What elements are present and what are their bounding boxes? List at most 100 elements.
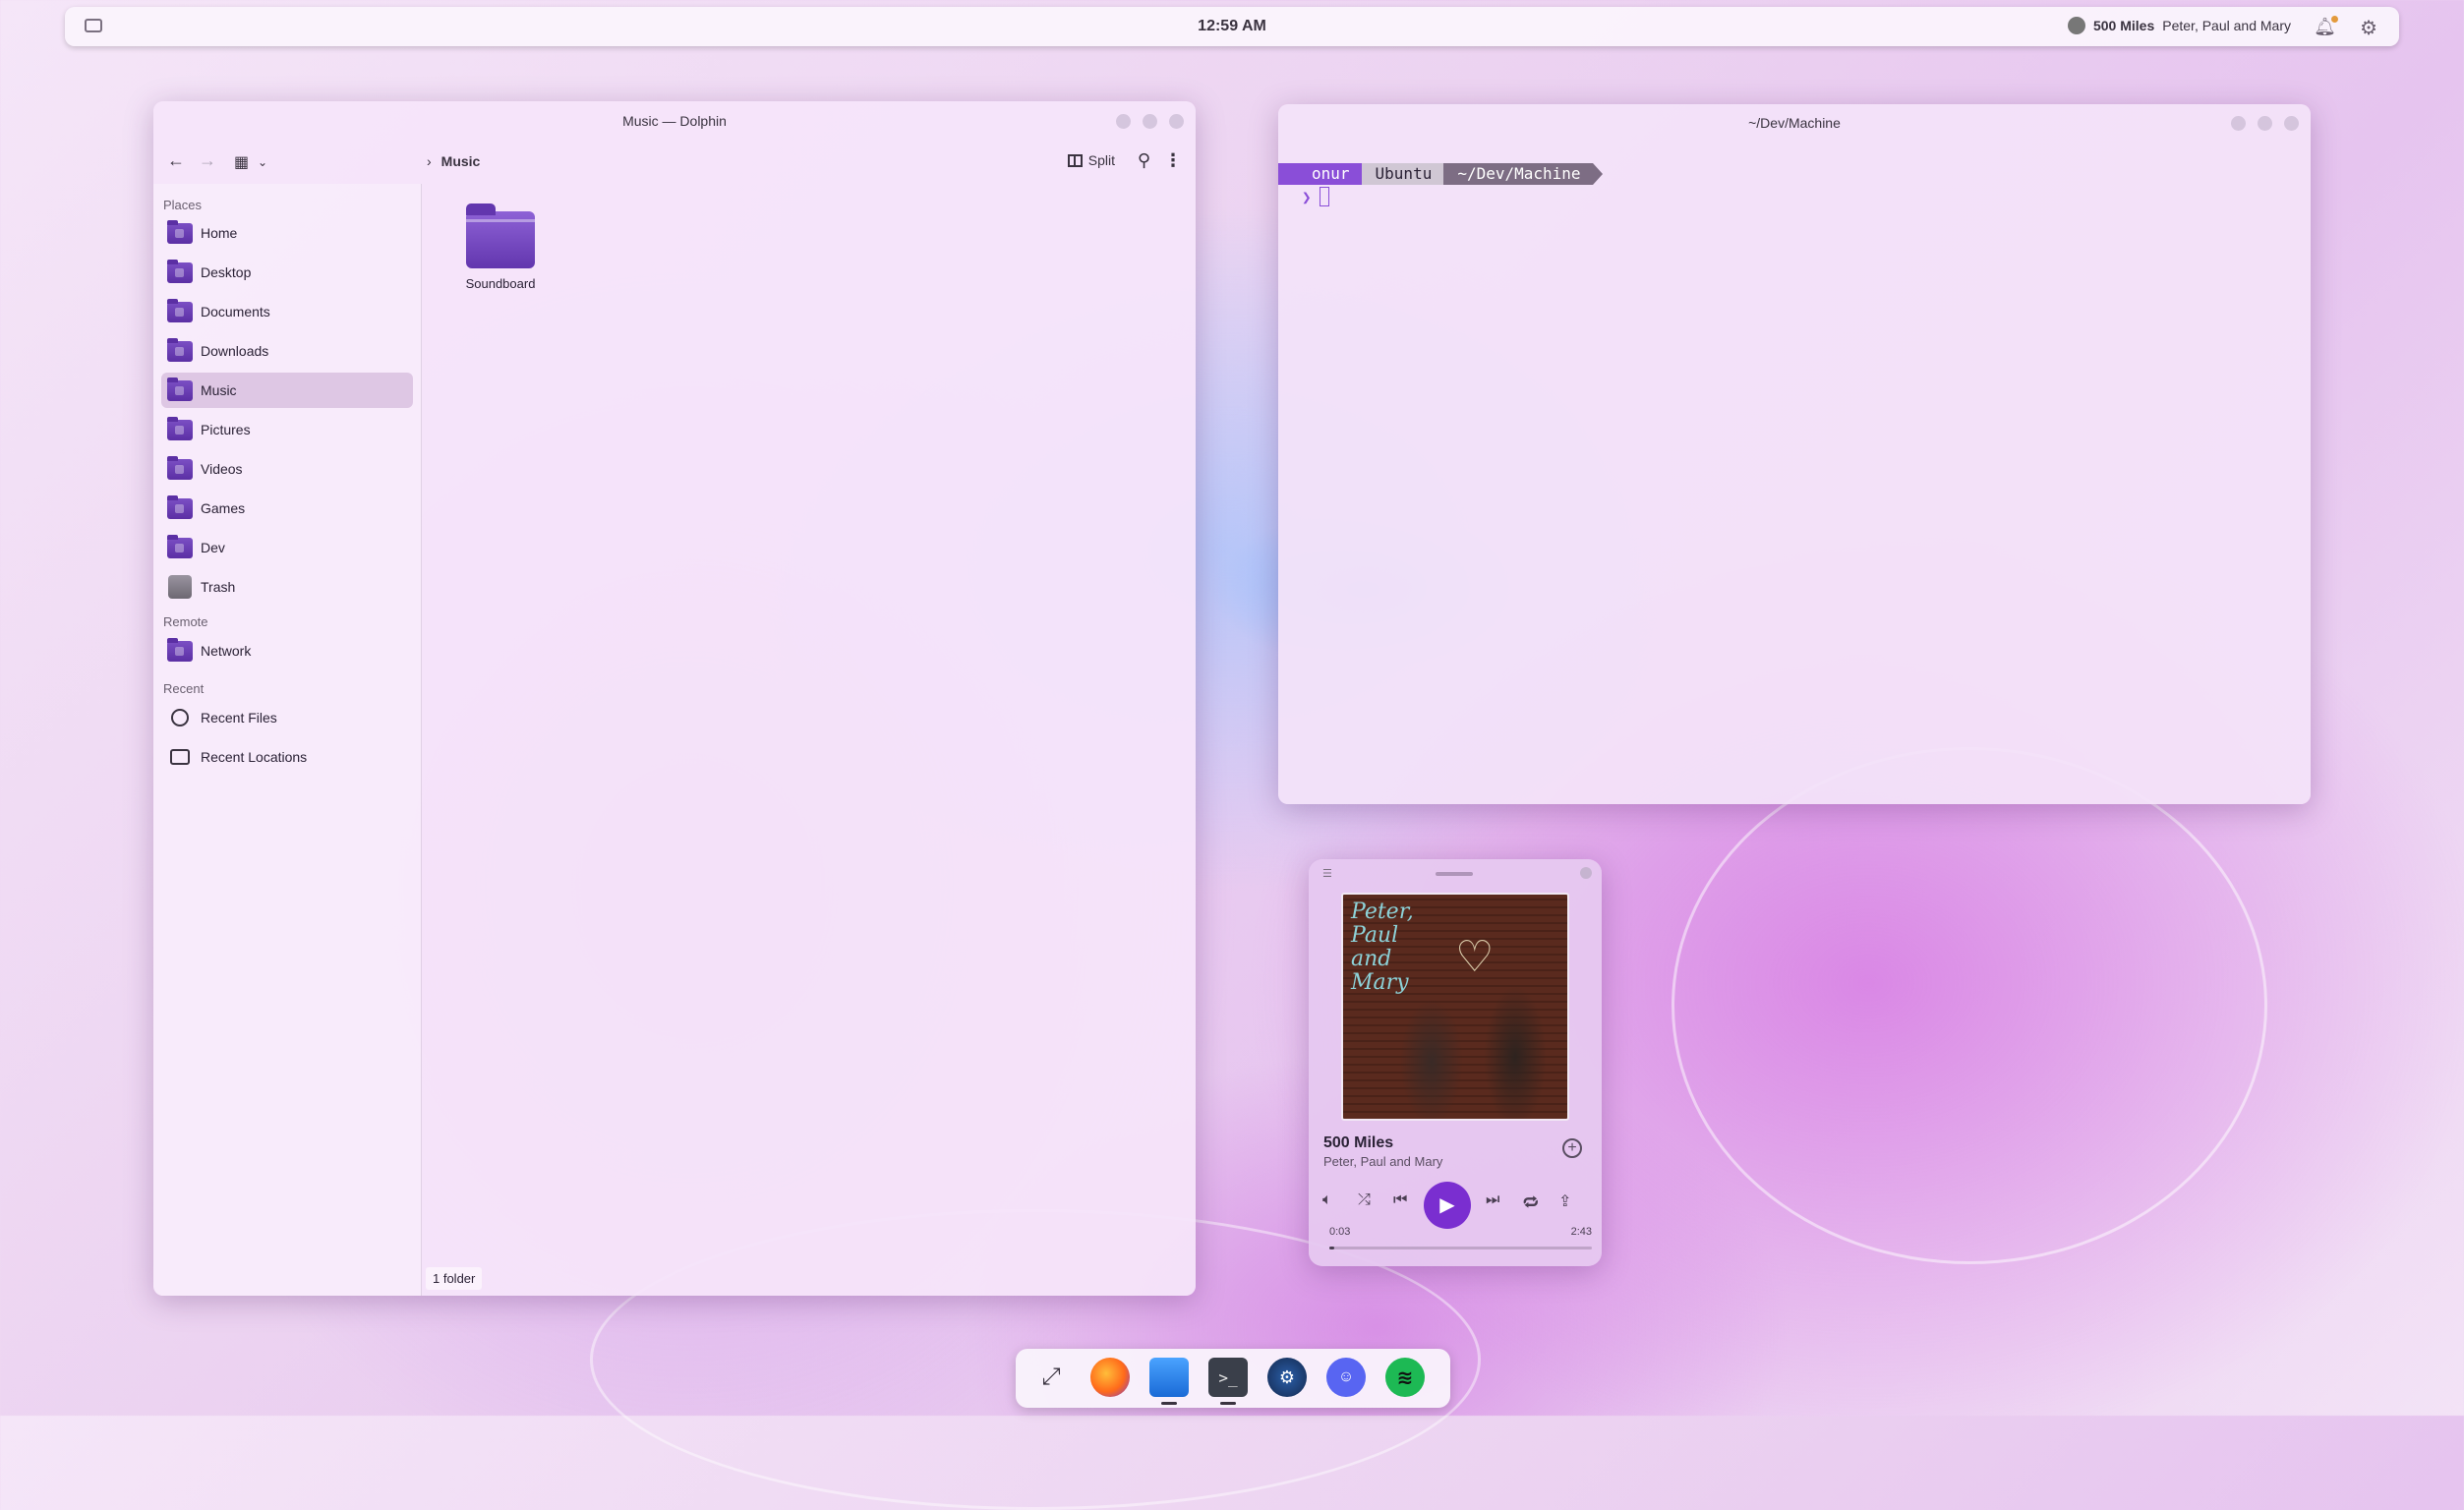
- discord-icon[interactable]: ☺: [1326, 1358, 1366, 1397]
- widget-menu-icon[interactable]: ☰: [1322, 867, 1332, 880]
- steam-icon[interactable]: ⚙: [1267, 1358, 1307, 1397]
- progress-bar-fill: [1329, 1247, 1334, 1249]
- panel-media-artist: Peter, Paul and Mary: [2162, 18, 2291, 33]
- sidebar-item-label: Downloads: [201, 343, 269, 359]
- sidebar-item-dev[interactable]: Dev: [161, 530, 413, 565]
- shell-prompt: onur Ubuntu ~/Dev/Machine: [1278, 163, 1603, 185]
- breadcrumb-chevron-icon: ›: [427, 153, 432, 169]
- panel-clock[interactable]: 12:59 AM: [65, 18, 2399, 35]
- sidebar-item-documents[interactable]: Documents: [161, 294, 413, 329]
- file-view[interactable]: Soundboard: [422, 184, 1196, 1296]
- sidebar-item-downloads[interactable]: Downloads: [161, 333, 413, 369]
- clock-icon: [171, 709, 189, 726]
- search-icon[interactable]: ⚲: [1138, 150, 1150, 171]
- sidebar-item-label: Home: [201, 225, 238, 241]
- sidebar-item-desktop[interactable]: Desktop: [161, 255, 413, 290]
- desktop-folder-icon: [167, 259, 193, 283]
- back-arrow-icon[interactable]: ←: [167, 150, 185, 171]
- terminal-window-controls: [2231, 116, 2299, 131]
- terminal-icon[interactable]: >_: [1208, 1358, 1248, 1405]
- repeat-icon[interactable]: 🔁︎: [1523, 1191, 1539, 1214]
- forward-arrow-icon[interactable]: →: [199, 150, 216, 171]
- widget-drag-handle[interactable]: [1436, 872, 1473, 876]
- prompt-input-line[interactable]: ❯: [1302, 187, 1329, 206]
- network-folder-icon: [167, 637, 193, 662]
- sidebar-item-label: Pictures: [201, 422, 251, 437]
- notification-bell-icon[interactable]: 🔔︎: [2314, 16, 2338, 37]
- terminal-title: ~/Dev/Machine: [1748, 115, 1841, 131]
- sidebar-item-label: Recent Files: [201, 710, 277, 726]
- sidebar-item-pictures[interactable]: Pictures: [161, 412, 413, 447]
- album-art-text: Mary: [1351, 970, 1409, 995]
- folder-item-soundboard[interactable]: Soundboard: [461, 203, 540, 291]
- sidebar-item-label: Music: [201, 382, 237, 398]
- minimize-button[interactable]: [1116, 114, 1131, 129]
- pictures-folder-icon: [167, 416, 193, 440]
- share-icon[interactable]: ⇪: [1558, 1191, 1571, 1211]
- album-art-lettering: Peter, Paul and Mary: [1351, 900, 1414, 995]
- panel-media-player[interactable]: 500 Miles Peter, Paul and Mary: [2067, 17, 2291, 34]
- volume-icon[interactable]: 🔈︎: [1322, 1191, 1332, 1209]
- breadcrumb[interactable]: › Music: [427, 153, 480, 169]
- settings-gear-icon[interactable]: ⚙: [2360, 16, 2377, 40]
- song-artist: Peter, Paul and Mary: [1323, 1154, 1443, 1169]
- next-track-icon[interactable]: ⏭︎: [1486, 1191, 1499, 1209]
- close-button[interactable]: [2284, 116, 2299, 131]
- places-section-label: Places: [163, 198, 203, 212]
- home-folder-icon: [167, 219, 193, 244]
- add-to-library-button[interactable]: +: [1562, 1138, 1582, 1158]
- view-mode-chevron-down-icon[interactable]: ⌄: [258, 155, 267, 169]
- album-art-text: Paul: [1351, 923, 1399, 948]
- trash-icon: [168, 575, 192, 599]
- sidebar-item-network[interactable]: Network: [161, 633, 413, 668]
- folder-item-label: Soundboard: [465, 276, 536, 291]
- heart-icon: ♡: [1455, 933, 1495, 981]
- time-total: 2:43: [1570, 1226, 1592, 1238]
- previous-track-icon[interactable]: ⏮︎: [1393, 1191, 1407, 1209]
- split-view-button[interactable]: Split: [1067, 152, 1115, 168]
- sidebar-item-recent-locations[interactable]: Recent Locations: [161, 739, 413, 775]
- recent-section-label: Recent: [163, 681, 205, 696]
- text-cursor: [1319, 187, 1329, 206]
- overview-icon[interactable]: ⤢: [1031, 1358, 1071, 1397]
- sidebar-item-games[interactable]: Games: [161, 491, 413, 526]
- progress-bar[interactable]: [1329, 1247, 1592, 1249]
- sidebar-item-videos[interactable]: Videos: [161, 451, 413, 487]
- firefox-icon[interactable]: [1090, 1358, 1130, 1397]
- view-mode-grid-icon[interactable]: ▦: [234, 152, 249, 172]
- hamburger-menu-icon[interactable]: ⋮: [1164, 150, 1182, 171]
- play-button[interactable]: ▶: [1424, 1182, 1471, 1229]
- files-icon[interactable]: [1149, 1358, 1189, 1405]
- places-panel: Places Home Desktop Documents Downloads …: [153, 184, 422, 1296]
- close-button[interactable]: [1169, 114, 1184, 129]
- sidebar-item-home[interactable]: Home: [161, 215, 413, 251]
- running-indicator: [1161, 1402, 1177, 1405]
- prompt-host: Ubuntu: [1361, 163, 1444, 185]
- sidebar-item-label: Recent Locations: [201, 749, 308, 765]
- breadcrumb-current[interactable]: Music: [441, 153, 481, 169]
- sidebar-item-recent-files[interactable]: Recent Files: [161, 700, 413, 735]
- wallpaper-swoosh: [1672, 747, 2267, 1264]
- sidebar-item-music[interactable]: Music: [161, 373, 413, 408]
- sidebar-item-trash[interactable]: Trash: [161, 569, 413, 605]
- sidebar-item-label: Dev: [201, 540, 225, 555]
- dolphin-window: Music — Dolphin ← → ▦ ⌄ › Music Split ⚲ ⋮…: [153, 101, 1196, 1296]
- album-art-text: Peter,: [1351, 900, 1414, 924]
- running-indicator: [1220, 1402, 1236, 1405]
- shuffle-icon[interactable]: ⤮: [1358, 1191, 1371, 1209]
- minimize-button[interactable]: [2231, 116, 2246, 131]
- terminal-window[interactable]: ~/Dev/Machine onur Ubuntu ~/Dev/Machine …: [1278, 104, 2311, 804]
- sidebar-item-label: Trash: [201, 579, 236, 595]
- folder-icon: [466, 203, 535, 268]
- sidebar-item-label: Network: [201, 643, 252, 659]
- spotify-icon[interactable]: ≋: [1385, 1358, 1425, 1397]
- album-art-text: and: [1351, 947, 1392, 971]
- sidebar-item-label: Desktop: [201, 264, 252, 280]
- prompt-user: onur: [1278, 163, 1362, 185]
- music-folder-icon: [167, 377, 193, 401]
- maximize-button[interactable]: [1143, 114, 1157, 129]
- media-disc-icon: [2067, 17, 2085, 34]
- sidebar-item-label: Documents: [201, 304, 270, 319]
- widget-close-button[interactable]: [1580, 867, 1592, 879]
- maximize-button[interactable]: [2258, 116, 2272, 131]
